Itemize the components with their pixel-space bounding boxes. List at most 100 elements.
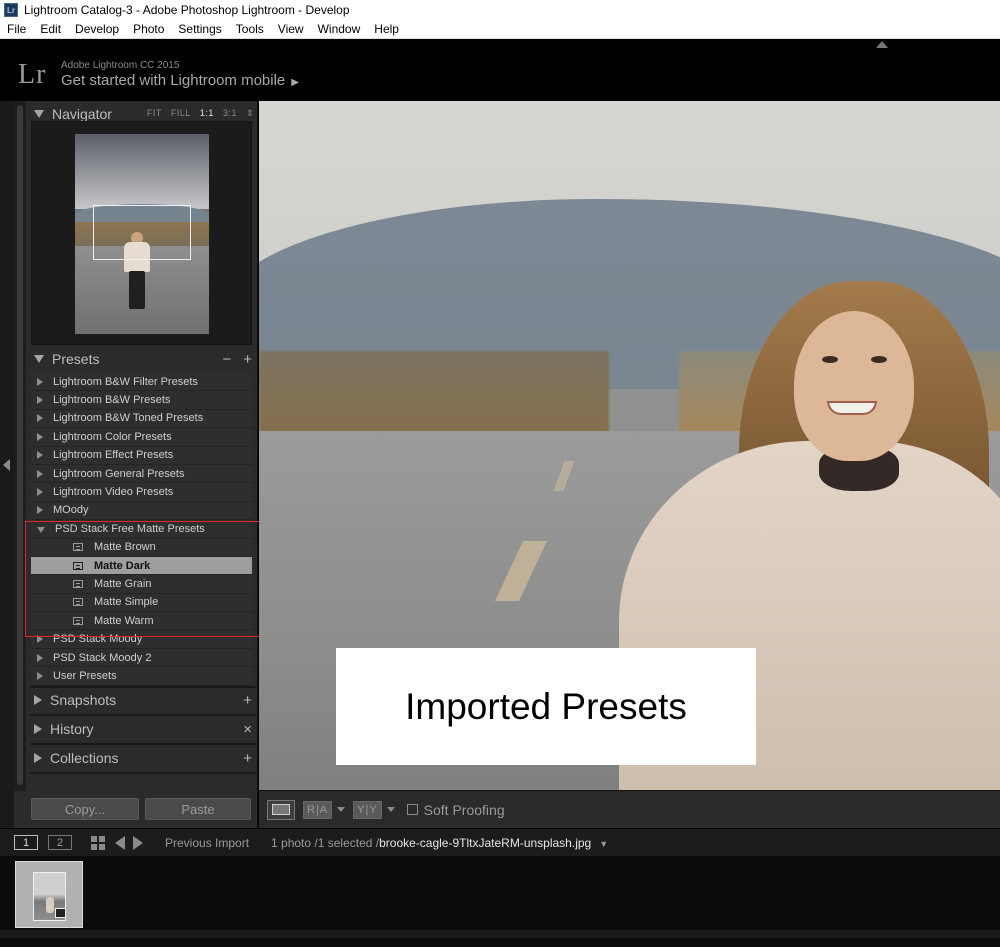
- navigator-zoom-frame[interactable]: [93, 205, 191, 260]
- folder-collapsed-icon: [37, 414, 43, 423]
- collections-header[interactable]: Collections +: [30, 746, 258, 770]
- folder-collapsed-icon: [37, 451, 43, 460]
- zoom-fit[interactable]: FIT: [147, 108, 162, 119]
- preset-folder[interactable]: Lightroom B&W Filter Presets: [31, 373, 252, 392]
- secondary-window-button[interactable]: 2: [48, 835, 72, 850]
- folder-collapsed-icon: [37, 506, 43, 515]
- product-name: Adobe Lightroom CC 2015: [61, 60, 180, 71]
- window-title: Lightroom Catalog-3 - Adobe Photoshop Li…: [24, 3, 350, 17]
- expand-triangle-icon: [34, 355, 44, 363]
- preset-folder-label: MOody: [53, 504, 89, 517]
- preset-folder[interactable]: User Presets: [31, 667, 252, 686]
- left-panel: Navigator FIT FILL 1:1 3:1 ⇕ Presets − +…: [14, 101, 258, 828]
- collapse-left-panel-icon[interactable]: [3, 459, 10, 471]
- folder-collapsed-icon: [37, 469, 43, 478]
- imported-presets-highlight: [25, 521, 282, 637]
- before-after-left-right-button[interactable]: R|A: [303, 800, 333, 819]
- photo-count-info[interactable]: 1 photo /1 selected /brooke-cagle-9TltxJ…: [271, 836, 608, 850]
- panel-divider: [30, 714, 258, 716]
- scrollbar-thumb[interactable]: [17, 105, 23, 785]
- preset-folder-label: Lightroom Color Presets: [53, 430, 172, 443]
- clear-history-icon[interactable]: ×: [243, 721, 252, 738]
- collapse-triangle-icon: [34, 753, 42, 763]
- folder-collapsed-icon: [37, 396, 43, 405]
- snapshots-title: Snapshots: [50, 692, 117, 708]
- navigator-zoom-options: FIT FILL 1:1 3:1 ⇕: [147, 108, 254, 119]
- filmstrip: [0, 856, 1000, 947]
- preset-folder[interactable]: Lightroom B&W Presets: [31, 391, 252, 410]
- folder-collapsed-icon: [37, 377, 43, 386]
- before-after-dropdown-icon[interactable]: [337, 807, 346, 812]
- menu-file[interactable]: File: [0, 22, 33, 36]
- imported-presets-label: Imported Presets: [336, 648, 756, 765]
- preset-folder[interactable]: Lightroom Video Presets: [31, 483, 252, 502]
- preset-folder-label: Lightroom B&W Presets: [53, 394, 171, 407]
- add-collection-icon[interactable]: +: [243, 750, 252, 767]
- forward-arrow-icon[interactable]: [133, 835, 143, 850]
- add-preset-icon[interactable]: +: [243, 351, 252, 368]
- loupe-view-icon: [272, 804, 290, 815]
- collapse-top-panel-icon[interactable]: [876, 41, 888, 48]
- preset-folder-label: Lightroom B&W Toned Presets: [53, 412, 204, 425]
- lightroom-app-icon: Lr: [4, 3, 18, 17]
- mobile-prompt[interactable]: Get started with Lightroom mobile ▶: [61, 72, 299, 89]
- zoom-3-1[interactable]: 3:1: [223, 108, 237, 119]
- collapse-triangle-icon: [34, 695, 42, 705]
- mobile-prompt-label: Get started with Lightroom mobile: [61, 72, 286, 89]
- preset-folder-label: Lightroom General Presets: [53, 467, 185, 480]
- main-window-button[interactable]: 1: [14, 835, 38, 850]
- collections-title: Collections: [50, 750, 119, 766]
- paste-settings-button[interactable]: Paste: [145, 798, 251, 820]
- zoom-fill[interactable]: FILL: [171, 108, 191, 119]
- zoom-1-1[interactable]: 1:1: [200, 108, 214, 119]
- preset-folder-label: User Presets: [53, 669, 117, 682]
- preset-folder-label: Lightroom B&W Filter Presets: [53, 375, 198, 388]
- remove-preset-icon[interactable]: −: [222, 351, 231, 368]
- history-header[interactable]: History ×: [30, 717, 258, 741]
- before-after-top-bottom-button[interactable]: Y|Y: [353, 800, 382, 819]
- source-label[interactable]: Previous Import: [165, 836, 249, 850]
- filmstrip-scrollbar[interactable]: [0, 930, 1000, 938]
- file-name: brooke-cagle-9TltxJateRM-unsplash.jpg: [379, 835, 592, 850]
- menu-photo[interactable]: Photo: [126, 22, 171, 36]
- menu-develop[interactable]: Develop: [68, 22, 126, 36]
- left-panel-scrollbar[interactable]: [14, 101, 26, 791]
- develop-adjusted-badge-icon: [55, 908, 66, 918]
- folder-collapsed-icon: [37, 432, 43, 441]
- presets-header[interactable]: Presets − +: [30, 347, 258, 371]
- soft-proofing-checkbox[interactable]: [406, 804, 418, 815]
- history-title: History: [50, 721, 94, 737]
- preset-folder[interactable]: Lightroom Effect Presets: [31, 446, 252, 465]
- filmstrip-header: 1 2 Previous Import 1 photo /1 selected …: [0, 829, 1000, 856]
- preset-folder-label: Lightroom Video Presets: [53, 486, 174, 499]
- folder-collapsed-icon: [37, 671, 43, 680]
- preset-folder[interactable]: PSD Stack Moody 2: [31, 648, 252, 668]
- expand-triangle-icon: [34, 110, 44, 118]
- back-arrow-icon[interactable]: [115, 835, 125, 850]
- zoom-stepper-icon[interactable]: ⇕: [246, 108, 254, 119]
- copy-settings-button[interactable]: Copy...: [31, 798, 139, 820]
- menu-view[interactable]: View: [271, 22, 311, 36]
- loupe-view-button[interactable]: [267, 799, 295, 820]
- menu-settings[interactable]: Settings: [171, 22, 228, 36]
- lightroom-logo: Lr: [18, 59, 47, 90]
- develop-toolbar: R|A Y|Y Soft Proofing: [259, 790, 1000, 828]
- grid-view-icon[interactable]: [91, 835, 105, 850]
- preset-folder[interactable]: MOody: [31, 501, 252, 521]
- preset-folder[interactable]: Lightroom General Presets: [31, 464, 252, 484]
- menu-help[interactable]: Help: [367, 22, 406, 36]
- menu-edit[interactable]: Edit: [33, 22, 68, 36]
- soft-proofing-label: Soft Proofing: [423, 801, 505, 818]
- left-panel-edge[interactable]: [0, 101, 14, 828]
- folder-collapsed-icon: [37, 653, 43, 662]
- preset-folder[interactable]: Lightroom B&W Toned Presets: [31, 409, 252, 429]
- filmstrip-thumbnail[interactable]: [15, 861, 83, 928]
- add-snapshot-icon[interactable]: +: [243, 692, 252, 709]
- snapshots-header[interactable]: Snapshots +: [30, 688, 258, 712]
- navigator-preview[interactable]: [31, 121, 252, 345]
- menu-window[interactable]: Window: [311, 22, 368, 36]
- preset-folder[interactable]: Lightroom Color Presets: [31, 428, 252, 447]
- before-after-options-icon[interactable]: [386, 807, 395, 812]
- menu-tools[interactable]: Tools: [229, 22, 271, 36]
- panel-divider: [30, 743, 258, 745]
